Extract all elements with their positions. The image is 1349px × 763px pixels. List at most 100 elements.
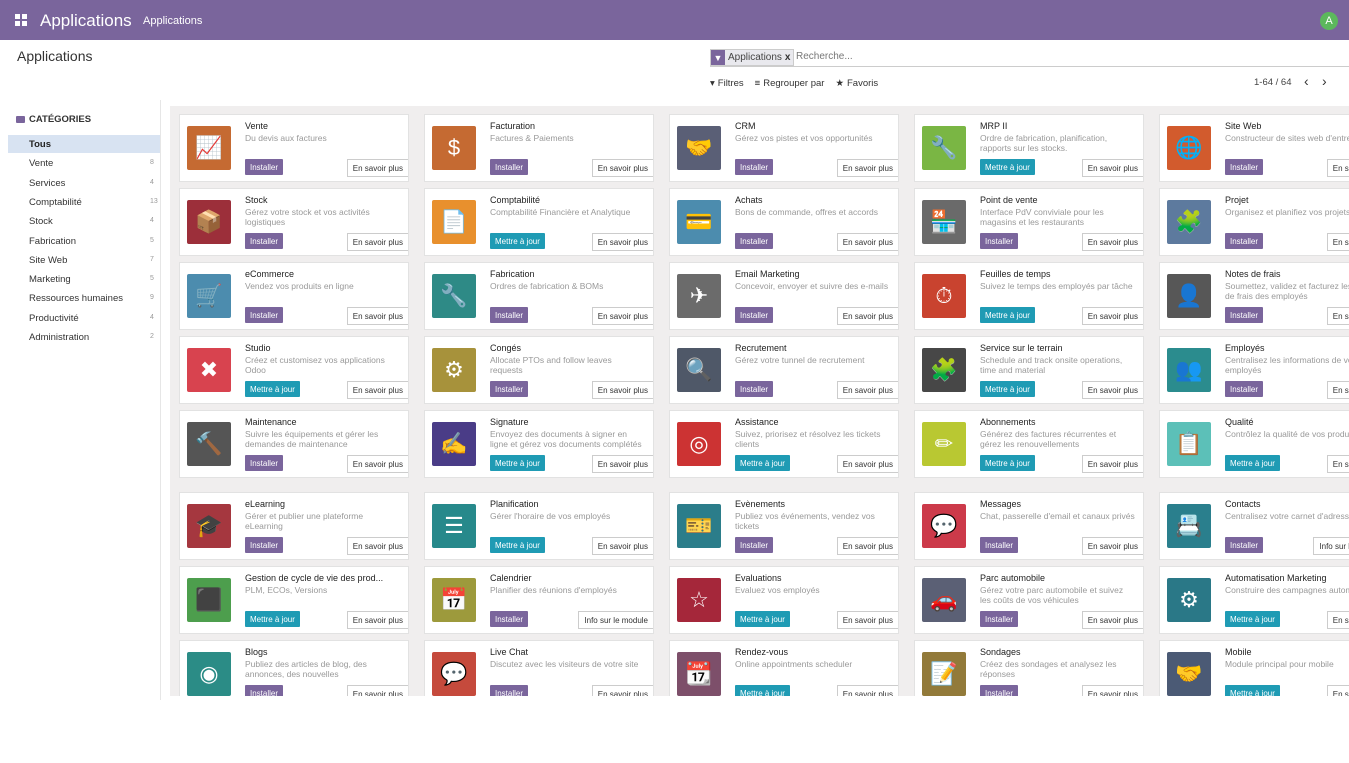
app-card[interactable]: 🧩 Service sur le terrain ⋮ Schedule and tra… bbox=[914, 336, 1144, 404]
learn-more-button[interactable]: En savoir plus bbox=[346, 455, 408, 473]
app-card[interactable]: 💬 Messages ⋮ Chat, passerelle d'email et ca… bbox=[914, 492, 1144, 560]
app-card[interactable]: 🛒 eCommerce ⋮ Vendez vos produits en ligne I… bbox=[179, 262, 409, 330]
sidebar-item-stock[interactable]: Stock 4 bbox=[8, 212, 160, 230]
learn-more-button[interactable]: En savoir plus bbox=[836, 455, 898, 473]
install-button[interactable]: Installer bbox=[490, 381, 529, 397]
learn-more-button[interactable]: En savoir plus bbox=[1081, 159, 1143, 177]
kebab-menu-icon[interactable]: ⋮ bbox=[404, 341, 408, 352]
learn-more-button[interactable]: En savoir plus bbox=[1081, 685, 1143, 696]
sidebar-item-productivit-[interactable]: Productivité 4 bbox=[8, 309, 160, 327]
kebab-menu-icon[interactable]: ⋮ bbox=[404, 571, 408, 582]
learn-more-button[interactable]: En savoir plus bbox=[591, 381, 653, 399]
learn-more-button[interactable]: En savoir plus bbox=[346, 307, 408, 325]
learn-more-button[interactable]: En savoir plus bbox=[836, 233, 898, 251]
learn-more-button[interactable]: En savoir plus bbox=[1326, 233, 1349, 251]
app-card[interactable]: ◎ Assistance ⋮ Suivez, priorisez et résolve… bbox=[669, 410, 899, 478]
kebab-menu-icon[interactable]: ⋮ bbox=[649, 341, 653, 352]
app-card[interactable]: ☆ Evaluations ⋮ Evaluez vos employés Mettre … bbox=[669, 566, 899, 634]
app-card[interactable]: 📆 Rendez-vous ⋮ Online appointments schedul… bbox=[669, 640, 899, 696]
learn-more-button[interactable]: En savoir plus bbox=[1081, 381, 1143, 399]
kebab-menu-icon[interactable]: ⋮ bbox=[894, 645, 898, 656]
kebab-menu-icon[interactable]: ⋮ bbox=[1139, 341, 1143, 352]
learn-more-button[interactable]: En savoir plus bbox=[836, 159, 898, 177]
kebab-menu-icon[interactable]: ⋮ bbox=[649, 571, 653, 582]
app-card[interactable]: 👤Notes de frais⋮Soumettez, validez et fa… bbox=[1159, 262, 1349, 330]
install-button[interactable]: Installer bbox=[735, 159, 774, 175]
app-card[interactable]: 📇Contacts⋮Centralisez votre carnet d'adr… bbox=[1159, 492, 1349, 560]
upgrade-button[interactable]: Mettre à jour bbox=[1225, 611, 1280, 627]
app-card[interactable]: 📦 Stock ⋮ Gérez votre stock et vos activité… bbox=[179, 188, 409, 256]
app-card[interactable]: 🤝Mobile⋮Module principal pour mobileMett… bbox=[1159, 640, 1349, 696]
sidebar-item-comptabilit-[interactable]: Comptabilité 13 bbox=[8, 193, 160, 211]
app-card[interactable]: 🚗 Parc automobile ⋮ Gérez votre parc automo… bbox=[914, 566, 1144, 634]
install-button[interactable]: Installer bbox=[490, 159, 529, 175]
upgrade-button[interactable]: Mettre à jour bbox=[980, 381, 1035, 397]
filters-button[interactable]: ▾ Filtres bbox=[710, 78, 744, 89]
kebab-menu-icon[interactable]: ⋮ bbox=[404, 645, 408, 656]
install-button[interactable]: Installer bbox=[1225, 381, 1264, 397]
install-button[interactable]: Installer bbox=[245, 537, 284, 553]
kebab-menu-icon[interactable]: ⋮ bbox=[649, 193, 653, 204]
kebab-menu-icon[interactable]: ⋮ bbox=[404, 193, 408, 204]
upgrade-button[interactable]: Mettre à jour bbox=[1225, 685, 1280, 696]
app-card[interactable]: 🌐Site Web⋮Constructeur de sites web d'en… bbox=[1159, 114, 1349, 182]
sidebar-item-site-web[interactable]: Site Web 7 bbox=[8, 251, 160, 269]
learn-more-button[interactable]: En savoir plus bbox=[836, 611, 898, 629]
install-button[interactable]: Installer bbox=[735, 233, 774, 249]
app-card[interactable]: ☰ Planification ⋮ Gérer l'horaire de vos em… bbox=[424, 492, 654, 560]
install-button[interactable]: Installer bbox=[245, 685, 284, 696]
upgrade-button[interactable]: Mettre à jour bbox=[1225, 455, 1280, 471]
app-card[interactable]: 🎓 eLearning ⋮ Gérer et publier une platefor… bbox=[179, 492, 409, 560]
app-card[interactable]: 🔍 Recrutement ⋮ Gérez votre tunnel de recru… bbox=[669, 336, 899, 404]
app-card[interactable]: ⚙ Congés ⋮ Allocate PTOs and follow leaves … bbox=[424, 336, 654, 404]
sidebar-item-vente[interactable]: Vente 8 bbox=[8, 154, 160, 172]
kebab-menu-icon[interactable]: ⋮ bbox=[1139, 193, 1143, 204]
install-button[interactable]: Installer bbox=[735, 307, 774, 323]
kebab-menu-icon[interactable]: ⋮ bbox=[404, 415, 408, 426]
learn-more-button[interactable]: En savoir plus bbox=[836, 307, 898, 325]
upgrade-button[interactable]: Mettre à jour bbox=[735, 685, 790, 696]
kebab-menu-icon[interactable]: ⋮ bbox=[1139, 645, 1143, 656]
upgrade-button[interactable]: Mettre à jour bbox=[980, 159, 1035, 175]
learn-more-button[interactable]: En savoir plus bbox=[836, 381, 898, 399]
kebab-menu-icon[interactable]: ⋮ bbox=[1139, 119, 1143, 130]
app-card[interactable]: 💬 Live Chat ⋮ Discutez avec les visiteurs d… bbox=[424, 640, 654, 696]
learn-more-button[interactable]: En savoir plus bbox=[346, 685, 408, 696]
kebab-menu-icon[interactable]: ⋮ bbox=[649, 415, 653, 426]
upgrade-button[interactable]: Mettre à jour bbox=[980, 455, 1035, 471]
app-card[interactable]: 🤝 CRM ⋮ Gérez vos pistes et vos opportunité… bbox=[669, 114, 899, 182]
kebab-menu-icon[interactable]: ⋮ bbox=[649, 267, 653, 278]
search-input[interactable] bbox=[796, 48, 1296, 64]
learn-more-button[interactable]: En savoir plus bbox=[1326, 381, 1349, 399]
learn-more-button[interactable]: En savoir plus bbox=[346, 159, 408, 177]
app-card[interactable]: ✈ Email Marketing ⋮ Concevoir, envoyer et s… bbox=[669, 262, 899, 330]
app-card[interactable]: 🔧 Fabrication ⋮ Ordres de fabrication & BOM… bbox=[424, 262, 654, 330]
upgrade-button[interactable]: Mettre à jour bbox=[245, 611, 300, 627]
install-button[interactable]: Installer bbox=[1225, 233, 1264, 249]
install-button[interactable]: Installer bbox=[245, 307, 284, 323]
app-card[interactable]: 🎫 Evènements ⋮ Publiez vos événements, vend… bbox=[669, 492, 899, 560]
app-card[interactable]: 📋Qualité⋮Contrôlez la qualité de vos pro… bbox=[1159, 410, 1349, 478]
kebab-menu-icon[interactable]: ⋮ bbox=[894, 267, 898, 278]
install-button[interactable]: Installer bbox=[245, 455, 284, 471]
app-card[interactable]: 📈 Vente ⋮ Du devis aux factures Installer En … bbox=[179, 114, 409, 182]
app-card[interactable]: ✖ Studio ⋮ Créez et customisez vos applicat… bbox=[179, 336, 409, 404]
facet-remove-button[interactable]: x bbox=[785, 52, 794, 63]
upgrade-button[interactable]: Mettre à jour bbox=[245, 381, 300, 397]
upgrade-button[interactable]: Mettre à jour bbox=[490, 233, 545, 249]
learn-more-button[interactable]: En savoir plus bbox=[1081, 307, 1143, 325]
favorites-button[interactable]: ★ Favoris bbox=[835, 78, 878, 89]
kebab-menu-icon[interactable]: ⋮ bbox=[1139, 571, 1143, 582]
app-card[interactable]: 🧩Projet⋮Organisez et planifiez vos proje… bbox=[1159, 188, 1349, 256]
apps-menu-icon[interactable] bbox=[15, 14, 27, 26]
learn-more-button[interactable]: En savoir plus bbox=[591, 159, 653, 177]
kebab-menu-icon[interactable]: ⋮ bbox=[894, 193, 898, 204]
learn-more-button[interactable]: En savoir plus bbox=[1326, 307, 1349, 325]
app-card[interactable]: ⏱ Feuilles de temps ⋮ Suivez le temps des e… bbox=[914, 262, 1144, 330]
app-card[interactable]: ⚙Automatisation Marketing⋮Construire des… bbox=[1159, 566, 1349, 634]
app-title[interactable]: Applications bbox=[40, 11, 132, 31]
kebab-menu-icon[interactable]: ⋮ bbox=[894, 119, 898, 130]
learn-more-button[interactable]: En savoir plus bbox=[1326, 611, 1349, 629]
install-button[interactable]: Installer bbox=[980, 611, 1019, 627]
learn-more-button[interactable]: Info sur le module bbox=[1313, 537, 1349, 555]
